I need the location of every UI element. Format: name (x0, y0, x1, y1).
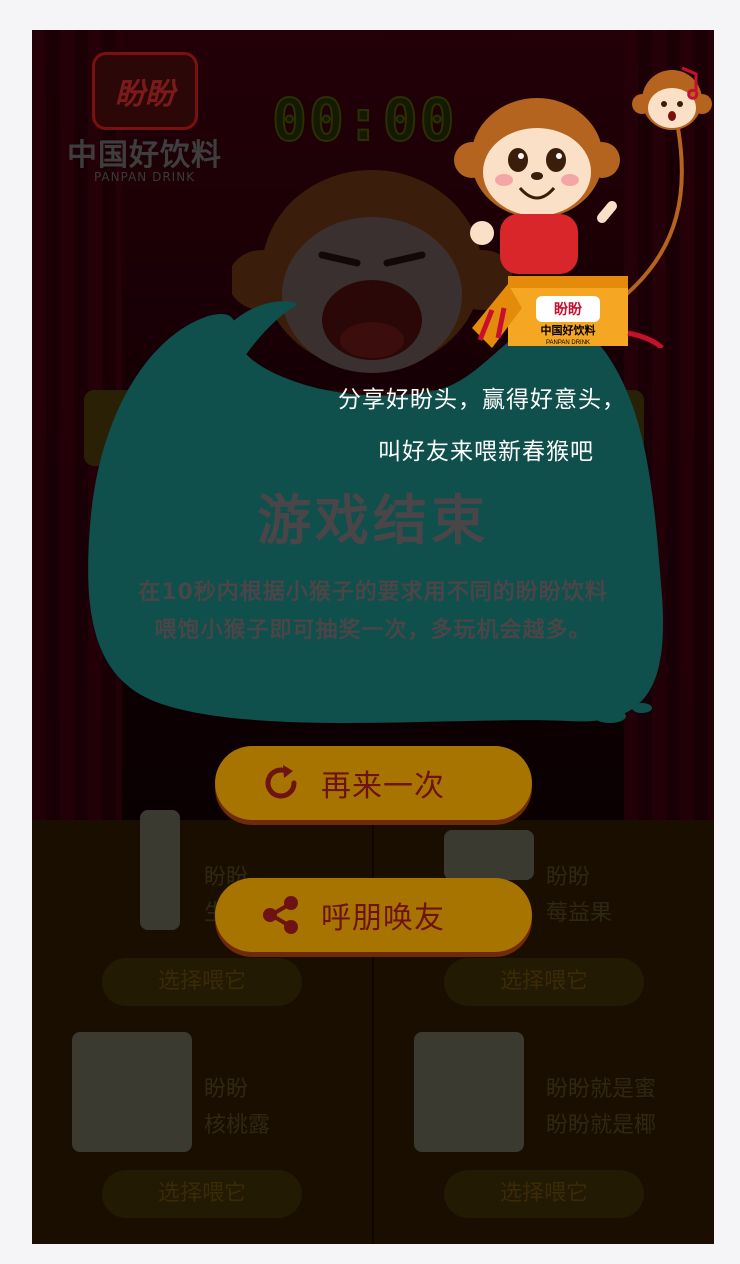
phone-screen: 盼盼 中国好饮料 PANPAN DRINK 00:00 盼盼生榨 选择喂它 盼盼… (32, 30, 714, 1244)
retry-button-label: 再来一次 (321, 769, 445, 804)
drink-card: 盼盼就是蜜盼盼就是椰 选择喂它 (374, 1032, 714, 1244)
drink-name: 盼盼 (546, 865, 591, 890)
choose-button[interactable]: 选择喂它 (444, 958, 644, 1006)
brand-logo: 盼盼 (92, 52, 198, 130)
brand-name: 中国好饮料 (67, 138, 222, 173)
drink-name: 盼盼就是椰 (546, 1113, 657, 1138)
game-rules-line: 在10秒内根据小猴子的要求用不同的盼盼饮料 (138, 580, 608, 605)
drink-card: 盼盼核桃露 选择喂它 (32, 1032, 374, 1244)
share-icon (263, 896, 298, 934)
refresh-icon (265, 765, 297, 799)
choose-button[interactable]: 选择喂它 (444, 1170, 644, 1218)
drink-name: 莓益果 (546, 901, 613, 926)
choose-button[interactable]: 选择喂它 (102, 1170, 302, 1218)
share-prompt-line: 分享好盼头，赢得好意头， (338, 387, 626, 413)
choose-button[interactable]: 选择喂它 (102, 958, 302, 1006)
retry-button[interactable]: 再来一次 (215, 746, 532, 820)
drink-name: 盼盼 (204, 1077, 249, 1102)
drink-name: 盼盼就是蜜 (546, 1077, 657, 1102)
box-brand-sub: PANPAN DRINK (546, 340, 590, 346)
share-prompt-line: 叫好友来喂新春猴吧 (378, 439, 594, 465)
box-brand-name: 中国好饮料 (541, 323, 596, 337)
countdown-timer: 00:00 (271, 85, 457, 155)
share-button-label: 呼朋唤友 (321, 901, 445, 936)
game-rules-text: 在10秒内根据小猴子的要求用不同的盼盼饮料 喂饱小猴子即可抽奖一次，多玩机会越多… (92, 574, 654, 650)
box-logo: 盼盼 (554, 301, 582, 317)
happy-monkey-gift-icon: 盼盼 中国好饮料 PANPAN DRINK (454, 66, 712, 348)
game-rules-line: 喂饱小猴子即可抽奖一次，多玩机会越多。 (154, 618, 592, 643)
game-over-title: 游戏结束 (257, 489, 489, 552)
share-friends-button[interactable]: 呼朋唤友 (215, 878, 532, 952)
drink-name: 核桃露 (204, 1113, 271, 1138)
brand-sub: PANPAN DRINK (93, 170, 196, 184)
